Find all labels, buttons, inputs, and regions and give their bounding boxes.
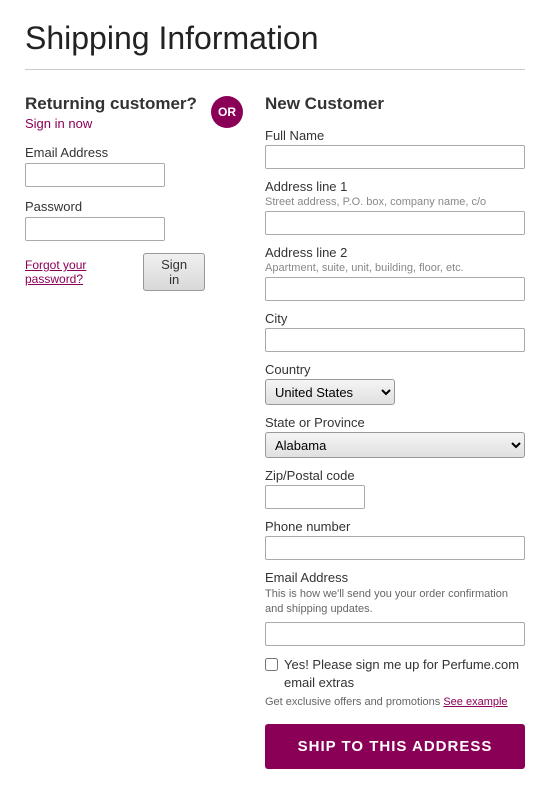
new-customer-title: New Customer [265,94,525,114]
address1-label: Address line 1 [265,179,525,194]
forgot-password-link[interactable]: Forgot your password? [25,258,135,286]
zip-input[interactable] [265,485,365,509]
address2-label: Address line 2 [265,245,525,260]
page-title: Shipping Information [25,20,525,70]
see-example-link[interactable]: See example [443,696,507,708]
email-extras-checkbox[interactable] [265,658,278,671]
address2-input[interactable] [265,277,525,301]
zip-label: Zip/Postal code [265,468,525,483]
sign-in-button[interactable]: Sign in [143,253,205,291]
get-exclusive-text: Get exclusive offers and promotions See … [265,696,525,708]
address2-sublabel: Apartment, suite, unit, building, floor,… [265,262,525,274]
address1-sublabel: Street address, P.O. box, company name, … [265,196,525,208]
country-select[interactable]: United States Canada United Kingdom [265,379,395,405]
city-input[interactable] [265,328,525,352]
phone-input[interactable] [265,536,525,560]
city-label: City [265,311,525,326]
or-badge: OR [211,96,243,128]
returning-customer-title: Returning customer? [25,94,205,114]
password-input[interactable] [25,217,165,241]
email-sublabel: This is how we'll send you your order co… [265,587,525,618]
email-extras-label: Yes! Please sign me up for Perfume.com e… [284,656,525,692]
password-label: Password [25,199,205,214]
full-name-label: Full Name [265,128,525,143]
country-label: Country [265,362,525,377]
email-address-label: Email Address [265,570,525,585]
email-address-input[interactable] [265,622,525,646]
email-label: Email Address [25,145,205,160]
full-name-input[interactable] [265,145,525,169]
email-input[interactable] [25,163,165,187]
state-label: State or Province [265,415,525,430]
phone-label: Phone number [265,519,525,534]
address1-input[interactable] [265,211,525,235]
state-select[interactable]: Alabama Alaska Arizona Arkansas Californ… [265,432,525,458]
ship-to-address-button[interactable]: SHIP TO THIS ADDRESS [265,724,525,769]
sign-in-now-link[interactable]: Sign in now [25,116,205,131]
